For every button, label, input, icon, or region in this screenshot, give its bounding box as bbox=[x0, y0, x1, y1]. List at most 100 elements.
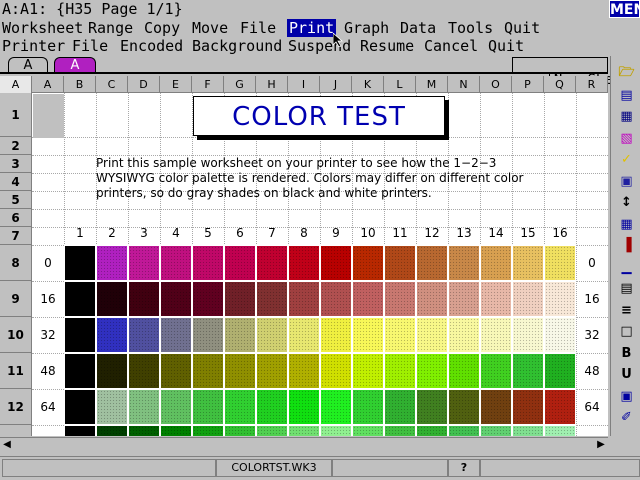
worksheet-grid[interactable]: ABCDEFGHIJKLMNOPQR A 12345678910111213 C… bbox=[0, 76, 608, 436]
row-header-9[interactable]: 9 bbox=[0, 281, 32, 317]
column-header-c[interactable]: C bbox=[96, 76, 128, 93]
palette-row-label-left: 16 bbox=[40, 292, 56, 306]
column-header-h[interactable]: H bbox=[256, 76, 288, 93]
palette-swatch bbox=[160, 353, 192, 389]
row-header-7[interactable]: 7 bbox=[0, 227, 32, 245]
description-text: Print this sample worksheet on your prin… bbox=[96, 156, 524, 200]
bold-icon[interactable]: B bbox=[616, 344, 637, 363]
palette-swatch bbox=[448, 425, 480, 436]
list-icon[interactable]: ≡ bbox=[616, 301, 637, 320]
palette-row-label-left: 64 bbox=[40, 400, 56, 414]
column-header-o[interactable]: O bbox=[480, 76, 512, 93]
submenu-quit[interactable]: Quit bbox=[486, 37, 526, 55]
printer-small-icon[interactable]: ▤ bbox=[616, 279, 637, 298]
print-icon[interactable]: ▦ bbox=[616, 107, 637, 126]
menu-range[interactable]: Range bbox=[86, 19, 135, 37]
palette-swatch bbox=[544, 353, 576, 389]
folder-open-icon[interactable]: 🗁 bbox=[616, 64, 637, 83]
color-test-title: COLOR TEST bbox=[193, 96, 445, 136]
column-header-b[interactable]: B bbox=[64, 76, 96, 93]
row-header-13[interactable]: 13 bbox=[0, 425, 32, 436]
row-header-1[interactable]: 1 bbox=[0, 93, 32, 137]
row-header-2[interactable]: 2 bbox=[0, 137, 32, 155]
column-header-e[interactable]: E bbox=[160, 76, 192, 93]
sheet-tab-a[interactable]: A bbox=[8, 57, 48, 73]
sheet-tab-a-active[interactable]: A bbox=[54, 57, 96, 73]
menu-file[interactable]: File bbox=[238, 19, 278, 37]
palette-swatch bbox=[544, 245, 576, 281]
save-file-icon[interactable]: ▤ bbox=[616, 86, 637, 105]
chart-icon[interactable]: ▐ bbox=[616, 236, 637, 255]
row-header-10[interactable]: 10 bbox=[0, 317, 32, 353]
palette-row-label-left: 32 bbox=[40, 328, 56, 342]
row-header-3[interactable]: 3 bbox=[0, 155, 32, 173]
menu-print[interactable]: Print bbox=[287, 19, 337, 37]
row-header-12[interactable]: 12 bbox=[0, 389, 32, 425]
row-header-6[interactable]: 6 bbox=[0, 209, 32, 227]
palette-swatch bbox=[96, 317, 128, 353]
submenu-file[interactable]: File bbox=[70, 37, 110, 55]
column-header-d[interactable]: D bbox=[128, 76, 160, 93]
palette-swatch bbox=[384, 245, 416, 281]
column-header-m[interactable]: M bbox=[416, 76, 448, 93]
menu-quit[interactable]: Quit bbox=[502, 19, 542, 37]
sort-icon[interactable]: ↕ bbox=[616, 193, 637, 212]
calendar-icon[interactable]: ▣ bbox=[616, 172, 637, 191]
menu-worksheet[interactable]: Worksheet bbox=[0, 19, 85, 37]
preview-icon[interactable]: ▧ bbox=[616, 129, 637, 148]
horizontal-scrollbar[interactable]: ◀ ▶ bbox=[0, 437, 608, 451]
cell-address-line: A:A1: {H35 Page 1/1} bbox=[0, 0, 640, 19]
submenu-suspend[interactable]: Suspend bbox=[286, 37, 353, 55]
abc-check-icon[interactable]: ✓ bbox=[616, 150, 637, 169]
submenu-background[interactable]: Background bbox=[190, 37, 284, 55]
selected-cell-a1[interactable] bbox=[33, 94, 64, 138]
row-header-8[interactable]: 8 bbox=[0, 245, 32, 281]
sheet-corner-label[interactable]: A bbox=[0, 76, 32, 93]
row-header-11[interactable]: 11 bbox=[0, 353, 32, 389]
menu-button[interactable]: MENU bbox=[609, 0, 640, 18]
menu-copy[interactable]: Copy bbox=[142, 19, 182, 37]
column-header-i[interactable]: I bbox=[288, 76, 320, 93]
palette-swatch bbox=[352, 281, 384, 317]
palette-swatch bbox=[64, 389, 96, 425]
row-header-5[interactable]: 5 bbox=[0, 191, 32, 209]
palette-swatch bbox=[416, 353, 448, 389]
menu-graph[interactable]: Graph bbox=[342, 19, 391, 37]
column-header-p[interactable]: P bbox=[512, 76, 544, 93]
column-header-q[interactable]: Q bbox=[544, 76, 576, 93]
box-icon[interactable]: □ bbox=[616, 322, 637, 341]
spell-icon[interactable]: ✐ bbox=[616, 408, 637, 427]
status-right-box bbox=[480, 459, 640, 477]
palette-swatch bbox=[448, 353, 480, 389]
scroll-left-icon[interactable]: ◀ bbox=[0, 438, 14, 451]
new-sheet-button[interactable]: ◂▸New Sheet bbox=[512, 57, 630, 88]
frame-icon[interactable]: ▣ bbox=[616, 387, 637, 406]
column-header-n[interactable]: N bbox=[448, 76, 480, 93]
submenu-encoded[interactable]: Encoded bbox=[118, 37, 185, 55]
menu-tools[interactable]: Tools bbox=[446, 19, 495, 37]
column-header-r[interactable]: R bbox=[576, 76, 608, 93]
menu-move[interactable]: Move bbox=[190, 19, 230, 37]
palette-row-label-right: 0 bbox=[588, 256, 596, 270]
column-header-f[interactable]: F bbox=[192, 76, 224, 93]
palette-swatch bbox=[512, 389, 544, 425]
menu-data[interactable]: Data bbox=[398, 19, 438, 37]
row-header-4[interactable]: 4 bbox=[0, 173, 32, 191]
palette-swatch bbox=[320, 353, 352, 389]
help-button[interactable]: ? bbox=[448, 459, 480, 477]
palette-swatch bbox=[384, 281, 416, 317]
table-icon[interactable]: ▦ bbox=[616, 215, 637, 234]
palette-swatch bbox=[352, 353, 384, 389]
column-header-j[interactable]: J bbox=[320, 76, 352, 93]
submenu-printer[interactable]: Printer bbox=[0, 37, 67, 55]
underline-icon[interactable]: U bbox=[616, 365, 637, 384]
graph-bars-icon[interactable]: ▁ bbox=[616, 258, 637, 277]
submenu-resume[interactable]: Resume bbox=[358, 37, 416, 55]
submenu-cancel[interactable]: Cancel bbox=[422, 37, 480, 55]
scroll-right-icon[interactable]: ▶ bbox=[594, 438, 608, 451]
column-header-l[interactable]: L bbox=[384, 76, 416, 93]
cell-address: A:A1: {H35 Page 1/1} bbox=[2, 0, 183, 18]
column-header-a[interactable]: A bbox=[32, 76, 64, 93]
column-header-g[interactable]: G bbox=[224, 76, 256, 93]
column-header-k[interactable]: K bbox=[352, 76, 384, 93]
